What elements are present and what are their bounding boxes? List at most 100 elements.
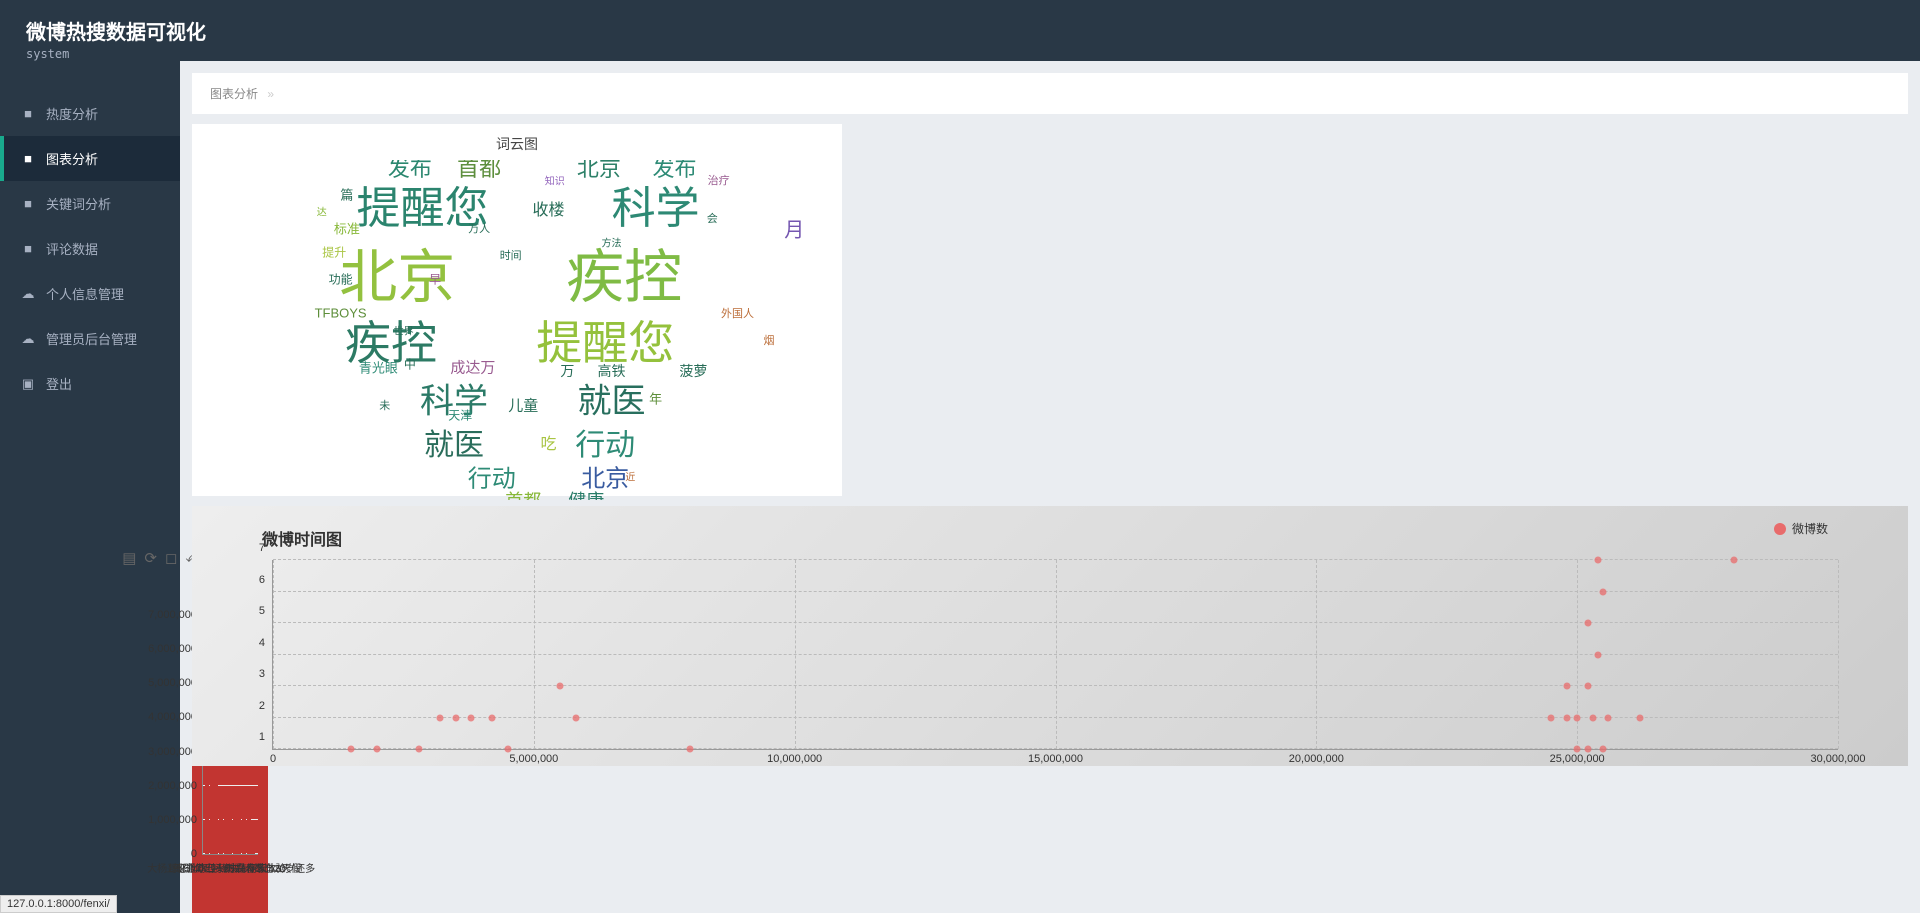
scatter-point[interactable] <box>452 714 459 721</box>
scatter-point[interactable] <box>1574 746 1581 753</box>
scatter-point[interactable] <box>1563 683 1570 690</box>
scatter-point[interactable] <box>1563 714 1570 721</box>
wordcloud-word[interactable]: 万人 <box>468 220 490 236</box>
scatter-point[interactable] <box>1574 714 1581 721</box>
scatter-point[interactable] <box>1600 746 1607 753</box>
wordcloud-word[interactable]: 方法 <box>602 234 622 249</box>
zoom-box-icon[interactable]: ◻ <box>165 549 177 570</box>
refresh-icon[interactable]: ⟳ <box>144 549 157 570</box>
wordcloud-word[interactable]: 疾控 <box>566 230 682 314</box>
scatter-point[interactable] <box>374 746 381 753</box>
wordcloud-word[interactable]: 近 <box>625 469 635 484</box>
wordcloud-word[interactable]: 吃 <box>540 430 556 454</box>
scatter-legend[interactable]: 微博数 <box>1774 520 1828 537</box>
wordcloud-word[interactable]: 知识 <box>545 173 565 188</box>
wordcloud-word[interactable]: 首都 <box>505 487 541 500</box>
wordcloud-word[interactable]: 就医 <box>424 420 484 464</box>
scatter-point[interactable] <box>416 746 423 753</box>
scatter-point[interactable] <box>1600 588 1607 595</box>
scatter-y-tick: 2 <box>259 700 273 712</box>
wordcloud-word[interactable]: 治疗 <box>708 172 730 188</box>
cloud-icon: ☁ <box>20 286 36 302</box>
scatter-y-tick: 7 <box>259 542 273 554</box>
scatter-point[interactable] <box>1730 557 1737 564</box>
sidebar-item-label: 热度分析 <box>46 104 98 123</box>
scatter-point[interactable] <box>468 714 475 721</box>
scatter-point[interactable] <box>1595 557 1602 564</box>
sidebar-item[interactable]: ■评论数据 <box>0 226 180 271</box>
data-view-icon[interactable]: ▤ <box>122 549 136 570</box>
wordcloud-word[interactable]: 行动 <box>575 420 635 464</box>
scatter-point[interactable] <box>687 746 694 753</box>
sidebar-item[interactable]: ▣登出 <box>0 361 180 406</box>
scatter-point[interactable] <box>489 714 496 721</box>
wordcloud-word[interactable]: 外国人 <box>721 305 754 321</box>
wordcloud-word[interactable]: 首都 <box>457 160 501 183</box>
wordcloud-word[interactable]: 成达万 <box>450 357 495 378</box>
wordcloud-word[interactable]: 天津 <box>448 407 472 424</box>
wordcloud-word[interactable]: 就医 <box>578 374 646 423</box>
wordcloud-word[interactable]: 高铁 <box>598 361 626 381</box>
breadcrumb-item[interactable]: 图表分析 <box>210 87 258 101</box>
scatter-point[interactable] <box>1589 714 1596 721</box>
wordcloud-word[interactable]: 标准 <box>334 219 360 238</box>
wordcloud-word[interactable]: TFBOYS <box>315 306 367 321</box>
bar[interactable] <box>233 818 237 854</box>
wordcloud-word[interactable]: 时间 <box>500 247 522 263</box>
bar[interactable] <box>247 817 251 854</box>
bar[interactable] <box>214 758 218 854</box>
gridline-v <box>1838 560 1839 749</box>
page-subtitle: system <box>26 47 1894 61</box>
wordcloud-word[interactable]: 未 <box>379 397 390 413</box>
sidebar-item[interactable]: ■热度分析 <box>0 91 180 136</box>
wordcloud-word[interactable]: 世界 <box>394 323 414 338</box>
bar[interactable] <box>242 818 246 854</box>
scatter-point[interactable] <box>1605 714 1612 721</box>
sidebar-item[interactable]: ☁管理员后台管理 <box>0 316 180 361</box>
file-icon: ▣ <box>20 376 36 392</box>
wordcloud-word[interactable]: 发布 <box>652 160 696 183</box>
scatter-point[interactable] <box>1595 651 1602 658</box>
scatter-point[interactable] <box>1584 620 1591 627</box>
wordcloud-word[interactable]: 早 <box>429 271 441 288</box>
scatter-point[interactable] <box>556 683 563 690</box>
scatter-point[interactable] <box>572 714 579 721</box>
wordcloud-area[interactable]: 北京疾控疾控提醒您提醒您科学科学就医就医行动行动北京发布首都北京发布首都健康收楼… <box>202 160 832 500</box>
scatter-point[interactable] <box>1636 714 1643 721</box>
wordcloud-word[interactable]: 北京 <box>577 160 621 183</box>
bar[interactable] <box>219 798 223 854</box>
wordcloud-word[interactable]: 健康 <box>568 487 604 500</box>
bar[interactable] <box>251 825 255 854</box>
sidebar-item[interactable]: ■关键词分析 <box>0 181 180 226</box>
scatter-x-tick: 0 <box>270 749 276 765</box>
scatter-point[interactable] <box>436 714 443 721</box>
wordcloud-word[interactable]: 篇 <box>340 185 353 204</box>
wordcloud-word[interactable]: 儿童 <box>508 394 538 415</box>
bar[interactable] <box>237 817 241 854</box>
scatter-point[interactable] <box>1548 714 1555 721</box>
wordcloud-word[interactable]: 烟 <box>764 332 775 348</box>
wordcloud-word[interactable]: 年 <box>649 389 662 408</box>
sidebar-item[interactable]: ☁个人信息管理 <box>0 271 180 316</box>
wordcloud-word[interactable]: 月 <box>784 214 804 243</box>
scatter-x-tick: 5,000,000 <box>509 749 558 765</box>
bar[interactable] <box>228 811 232 854</box>
scatter-point[interactable] <box>504 746 511 753</box>
bar[interactable] <box>224 803 228 854</box>
scatter-plot[interactable]: 123456705,000,00010,000,00015,000,00020,… <box>272 560 1838 750</box>
scatter-point[interactable] <box>348 746 355 753</box>
wordcloud-word[interactable]: 提升 <box>322 243 346 260</box>
wordcloud-word[interactable]: 收楼 <box>532 196 564 220</box>
wordcloud-word[interactable]: 达 <box>317 204 327 219</box>
wordcloud-word[interactable]: 万 <box>560 361 574 381</box>
wordcloud-word[interactable]: 青光眼 <box>359 358 398 377</box>
wordcloud-word[interactable]: 中 <box>404 356 416 373</box>
scatter-point[interactable] <box>1584 746 1591 753</box>
scatter-panel: 微博时间图 微博数 123456705,000,00010,000,00015,… <box>192 506 1908 766</box>
wordcloud-word[interactable]: 菠萝 <box>679 361 707 381</box>
wordcloud-word[interactable]: 功能 <box>329 271 353 288</box>
wordcloud-word[interactable]: 发布 <box>388 160 432 183</box>
scatter-point[interactable] <box>1584 683 1591 690</box>
wordcloud-word[interactable]: 会 <box>707 210 718 226</box>
sidebar-item[interactable]: ■图表分析 <box>0 136 180 181</box>
